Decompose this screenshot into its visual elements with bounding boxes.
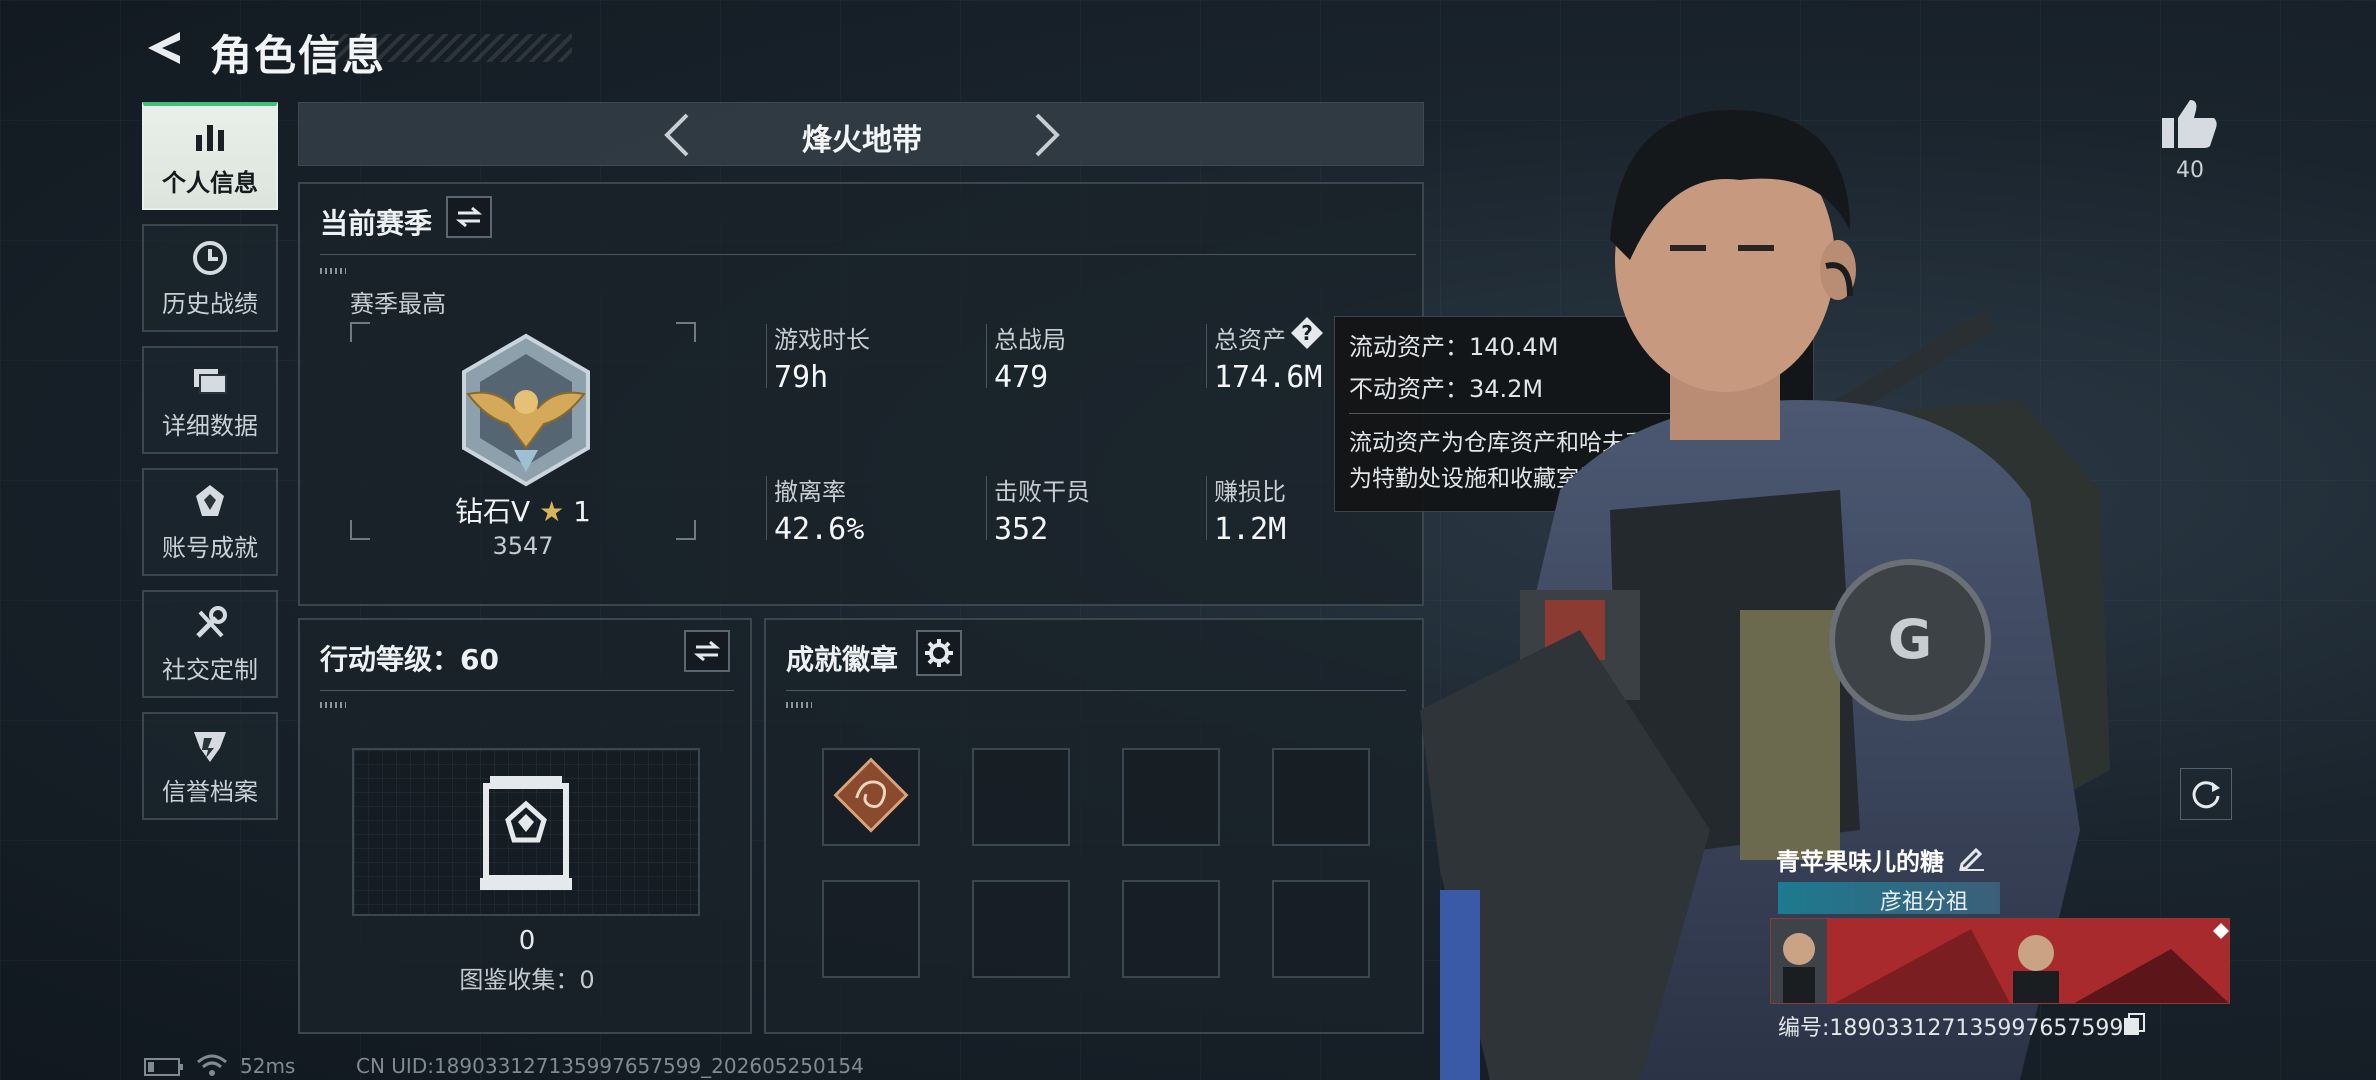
stat-value: 79h [774,360,829,395]
refresh-icon [2192,781,2220,809]
stat-value: 42.6% [774,512,865,547]
clock-icon [193,240,227,275]
achievement-slot[interactable] [1122,880,1220,978]
sidebar-item-reputation[interactable]: 信誉档案 [142,712,278,820]
divider [320,690,734,691]
achievement-slot[interactable] [972,880,1070,978]
rank-score: 3547 [492,532,554,560]
decoration [320,268,346,274]
achievement-slot[interactable] [1272,880,1370,978]
diamond-rank-emblem-icon [462,333,590,487]
achievements-title: 成就徽章 [786,643,899,676]
guild-name: 彦祖分祖 [1880,890,1969,915]
sidebar-item-label: 详细数据 [162,411,258,440]
decoration [786,702,812,708]
bar-chart-icon [196,124,224,151]
level-title: 行动等级：60 [320,643,499,676]
swap-icon [693,640,721,662]
wifi-icon [197,1054,227,1076]
stat-label: 撤离率 [774,478,846,506]
star-icon: ★ [539,495,565,528]
dragon-badge-icon [833,757,909,833]
sidebar-item-profile[interactable]: 个人信息 [142,102,278,210]
action-level-panel: 行动等级：60 0 图鉴收集：0 [298,618,752,1034]
sidebar-item-label: 信誉档案 [162,777,258,806]
divider [320,254,1416,255]
gear-icon [925,639,953,667]
season-title: 当前赛季 [320,207,433,240]
chevron-right-icon[interactable] [1027,111,1067,159]
achievement-slot[interactable] [822,880,920,978]
folder-icon [194,368,227,394]
like-count: 40 [2176,158,2204,183]
codex-display[interactable] [352,748,700,916]
sidebar-item-label: 账号成就 [162,533,258,562]
player-name: 青苹果味儿的糖 [1776,848,1944,876]
stat-value: 174.6M [1214,360,1323,395]
ping-text: 52ms [240,1054,296,1078]
codex-label: 图鉴收集：0 [459,966,595,994]
mode-selector: 烽火地带 [298,102,1424,166]
rank-stars: 1 [573,495,591,528]
sidebar-item-details[interactable]: 详细数据 [142,346,278,454]
sidebar-item-label: 历史战绩 [162,289,258,318]
rank-frame: 钻石V ★ 1 3547 [350,322,696,560]
shield-badge-icon [194,731,226,762]
uid-text: CN UID:18903312713599765759­9_2026052501… [356,1054,864,1078]
player-id: 编号:18903312713599765759­9 [1778,1016,2124,1041]
sidebar: 个人信息 历史战绩 详细数据 账号成就 社交定制 信誉档案 [142,102,278,834]
sidebar-item-social[interactable]: 社交定制 [142,590,278,698]
level-switch-button[interactable] [684,630,730,672]
battery-icon [144,1058,183,1076]
season-panel: 当前赛季 赛季最高 钻石V ★ 1 3547 游戏时长 79h 总战局 479 [298,182,1424,606]
refresh-button[interactable] [2180,768,2232,820]
stat-value: 352 [994,512,1049,547]
achievement-settings-button[interactable] [916,630,962,676]
back-arrow-icon[interactable] [140,28,186,68]
codex-count: 0 [518,926,536,956]
sidebar-item-label: 社交定制 [162,655,258,684]
season-switch-button[interactable] [446,196,492,238]
thumbs-up-icon[interactable] [2160,96,2220,150]
display-case-icon [480,776,572,890]
edit-icon[interactable] [1956,842,1986,872]
achievement-badges-panel: 成就徽章 [764,618,1424,1034]
sidebar-item-history[interactable]: 历史战绩 [142,224,278,332]
stat-value: 1.2M [1214,512,1287,547]
achievement-icon [196,484,224,516]
mode-name: 烽火地带 [802,123,922,158]
achievement-slot[interactable] [1122,748,1220,846]
achievement-slot[interactable] [1272,748,1370,846]
stat-label: 总战局 [994,326,1066,354]
stat-label: 赚损比 [1214,478,1286,506]
rank-line: 钻石V ★ 1 [350,490,696,530]
stat-label: 游戏时长 [774,326,870,354]
copy-icon[interactable] [2122,1012,2146,1036]
stat-label: 总资产 [1214,326,1286,354]
wrench-icon [196,605,227,638]
swap-icon [455,206,483,228]
stat-label: 击败干员 [994,478,1090,506]
rank-name: 钻石V [455,495,531,528]
sidebar-item-achievements[interactable]: 账号成就 [142,468,278,576]
svg-text:G: G [1888,608,1932,671]
decoration [320,702,346,708]
svg-text:?: ? [1301,321,1313,345]
help-icon[interactable]: ? [1290,316,1324,350]
achievement-slot[interactable] [972,748,1070,846]
banner-art-icon [1771,919,2229,1003]
achievement-slot[interactable] [822,748,920,846]
stat-value: 479 [994,360,1049,395]
title-decoration [330,34,572,62]
season-best-label: 赛季最高 [350,290,446,318]
sidebar-item-label: 个人信息 [162,168,258,197]
divider [786,690,1406,691]
player-banner[interactable] [1770,918,2230,1004]
